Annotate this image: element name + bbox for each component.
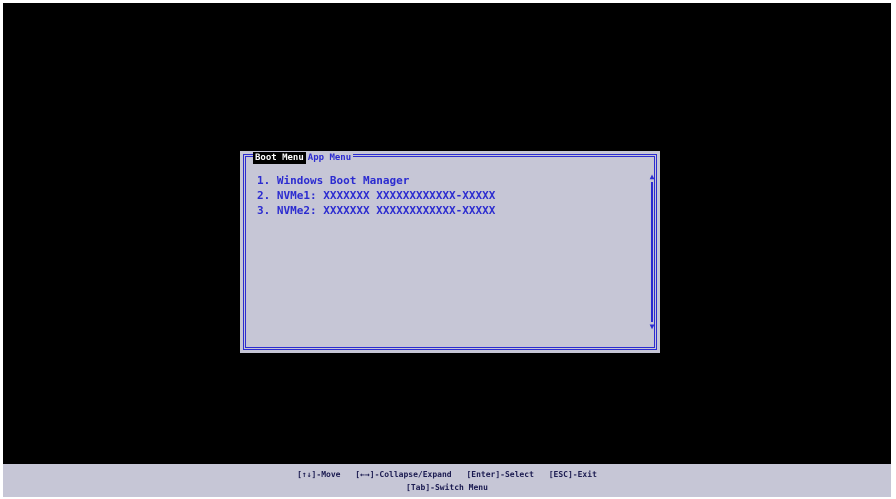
tab-boot-menu[interactable]: Boot Menu	[253, 152, 306, 164]
tab-app-menu[interactable]: App Menu	[305, 152, 354, 164]
boot-item-windows-boot-manager[interactable]: 1. Windows Boot Manager	[257, 173, 495, 188]
arrow-up-icon[interactable]: ▲	[648, 173, 656, 181]
boot-item-nvme2[interactable]: 3. NVMe2: XXXXXXX XXXXXXXXXXXX-XXXXX	[257, 203, 495, 218]
scrollbar-track[interactable]	[651, 182, 653, 322]
bios-screen: Boot Menu App Menu 1. Windows Boot Manag…	[3, 3, 891, 464]
menu-tabs: Boot Menu App Menu	[253, 152, 354, 164]
help-move: [↑↓]-Move	[297, 470, 341, 479]
boot-menu-dialog: Boot Menu App Menu 1. Windows Boot Manag…	[240, 151, 660, 353]
arrow-down-icon[interactable]: ▼	[648, 323, 656, 331]
help-line-2: [Tab]-Switch Menu	[3, 481, 891, 494]
help-line-1: [↑↓]-Move [←→]-Collapse/Expand [Enter]-S…	[3, 468, 891, 481]
help-exit: [ESC]-Exit	[548, 470, 597, 479]
boot-device-list: 1. Windows Boot Manager 2. NVMe1: XXXXXX…	[257, 173, 495, 218]
help-select: [Enter]-Select	[466, 470, 534, 479]
help-bar: [↑↓]-Move [←→]-Collapse/Expand [Enter]-S…	[3, 464, 891, 497]
help-collapse-expand: [←→]-Collapse/Expand	[355, 470, 452, 479]
boot-item-nvme1[interactable]: 2. NVMe1: XXXXXXX XXXXXXXXXXXX-XXXXX	[257, 188, 495, 203]
help-switch-menu: [Tab]-Switch Menu	[406, 483, 488, 492]
